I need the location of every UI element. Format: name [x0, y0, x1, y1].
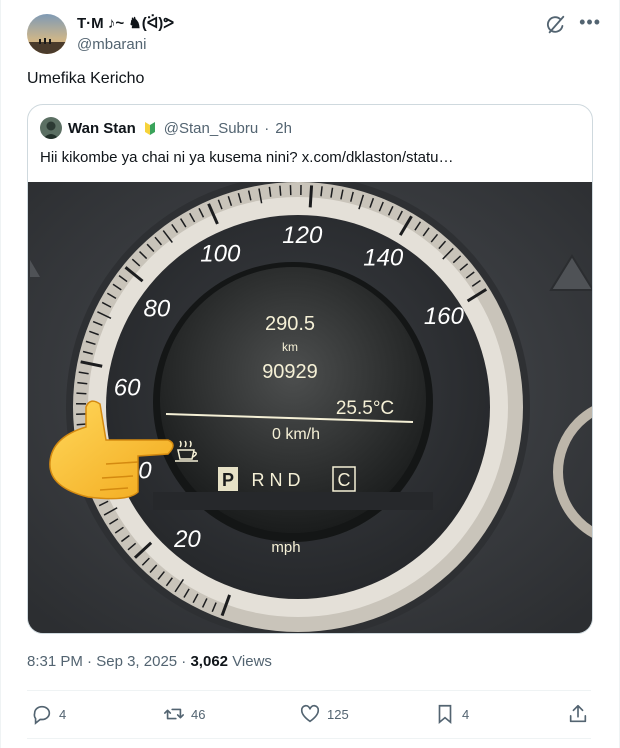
like-count: 125: [327, 706, 349, 722]
views-count: 3,062: [190, 653, 229, 670]
major-tick: [308, 185, 314, 208]
reply-count: 4: [59, 706, 67, 722]
odometer: 90929: [262, 361, 318, 383]
author-avatar[interactable]: [27, 14, 67, 54]
speed-label: 60: [114, 374, 141, 401]
tweet-time[interactable]: 8:31 PM: [27, 653, 83, 670]
bookmark-button[interactable]: 4: [434, 702, 469, 726]
drive-mode: C: [338, 470, 351, 490]
tweet-text: Umefika Kericho: [27, 70, 145, 87]
tweet-date[interactable]: Sep 3, 2025: [96, 653, 177, 670]
bookmark-count: 4: [462, 706, 470, 722]
speed-label: 80: [144, 296, 171, 323]
reply-icon: [33, 705, 51, 725]
like-button[interactable]: 125: [299, 702, 349, 726]
quoted-tweet-image[interactable]: 20406080100120140160 290.5 km 90929 25.5…: [28, 175, 592, 633]
minor-tick: [76, 423, 87, 426]
gear-park: P: [222, 470, 234, 490]
views-label: Views: [232, 653, 272, 670]
divider-bottom: [27, 738, 591, 739]
repost-count: 46: [191, 706, 206, 722]
speed-unit: mph: [271, 539, 300, 556]
speed-label: 120: [282, 222, 323, 249]
speed-label: 100: [200, 241, 241, 268]
bookmark-icon: [438, 704, 452, 725]
speed-label: 160: [424, 303, 465, 330]
speedometer-image: 20406080100120140160 290.5 km 90929 25.5…: [28, 175, 592, 633]
more-options-icon[interactable]: •••: [579, 12, 601, 33]
repost-button[interactable]: 46: [163, 702, 205, 726]
divider: [27, 690, 591, 691]
quoted-tweet[interactable]: Wan Stan @Stan_Subru · 2h Hii kikombe ya…: [27, 104, 593, 634]
tweet-page: T·M ♪~ ♞(ᐛ)ᕗ @mbarani ••• Umefika Kerich…: [0, 0, 620, 748]
quoted-tweet-header: Wan Stan @Stan_Subru · 2h: [40, 117, 292, 139]
quoted-author-name[interactable]: Wan Stan: [68, 120, 136, 137]
author-handle[interactable]: @mbarani: [77, 36, 146, 53]
gear-rnd: R N D: [252, 470, 301, 490]
minor-tick: [76, 392, 87, 395]
share-icon: [569, 704, 587, 723]
quoted-tweet-text: Hii kikombe ya chai ni ya kusema nini? x…: [40, 149, 454, 166]
quoted-author-handle[interactable]: @Stan_Subru: [164, 120, 258, 137]
separator-dot: ·: [264, 119, 270, 137]
heart-icon: [300, 704, 320, 723]
tweet-meta: 8:31 PM · Sep 3, 2025 · 3,062 Views: [27, 653, 272, 670]
quoted-timestamp[interactable]: 2h: [275, 120, 292, 137]
speed-label: 140: [363, 245, 404, 272]
outside-temperature: 25.5°C: [336, 398, 394, 419]
beginner-badge-icon: [142, 120, 158, 136]
trip-unit: km: [282, 340, 298, 354]
current-speed: 0 km/h: [272, 426, 320, 443]
share-button[interactable]: [567, 702, 589, 726]
trip-distance: 290.5: [265, 313, 315, 335]
repost-icon: [164, 708, 184, 720]
grok-icon[interactable]: [545, 14, 567, 36]
quoted-author-avatar[interactable]: [40, 117, 62, 139]
speed-label: 20: [173, 526, 201, 553]
reply-button[interactable]: 4: [31, 702, 66, 726]
author-name[interactable]: T·M ♪~ ♞(ᐛ)ᕗ: [77, 14, 174, 32]
minor-tick: [279, 185, 282, 196]
